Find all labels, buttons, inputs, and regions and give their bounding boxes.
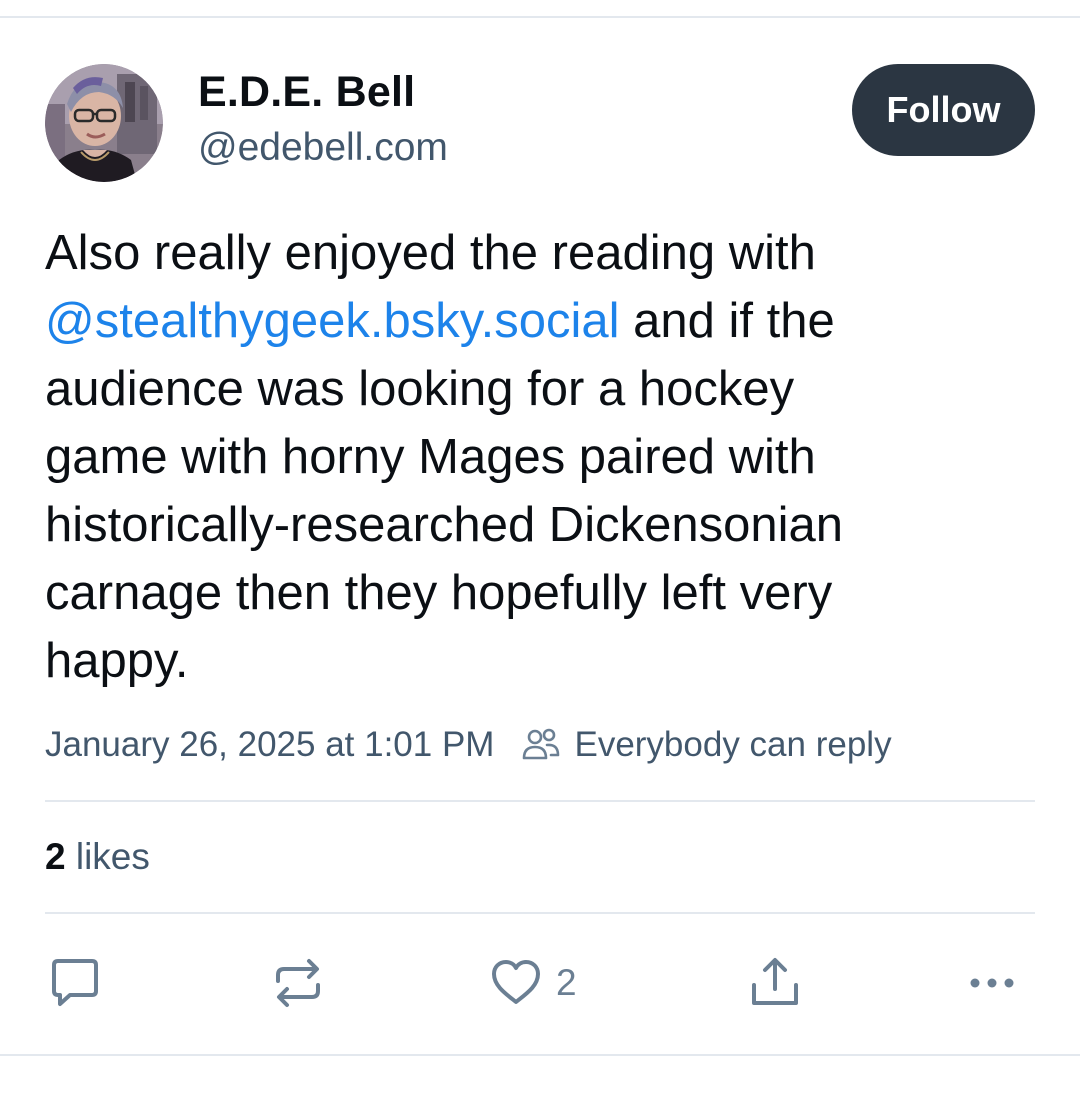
post-text-line: audience was looking for a hockey: [45, 362, 795, 416]
ellipsis-icon: [970, 978, 1014, 988]
reply-setting[interactable]: Everybody can reply: [574, 725, 891, 765]
heart-icon: [492, 960, 540, 1004]
reply-button[interactable]: [46, 955, 104, 1011]
mention-link[interactable]: @stealthygeek.bsky.social: [45, 294, 619, 348]
author-handle[interactable]: @edebell.com: [198, 126, 448, 170]
more-options-button[interactable]: [964, 955, 1020, 1011]
post-text-line: happy.: [45, 634, 189, 688]
repost-icon: [276, 959, 320, 1007]
bottom-divider: [0, 1054, 1080, 1056]
divider: [45, 912, 1035, 914]
post-text-line: game with horny Mages paired with: [45, 430, 816, 484]
avatar[interactable]: [45, 64, 163, 182]
like-count: 2: [556, 962, 577, 1003]
post-timestamp: January 26, 2025 at 1:01 PM: [45, 725, 495, 764]
author-display-name[interactable]: E.D.E. Bell: [198, 68, 415, 117]
likes-label: likes: [65, 836, 150, 877]
top-divider: [0, 16, 1080, 18]
post-text-line: historically-researched Dickensonian: [45, 498, 843, 552]
post-text-line: Also really enjoyed the reading with: [45, 226, 816, 280]
speech-bubble-icon: [52, 959, 98, 1006]
likes-count: 2: [45, 836, 66, 877]
share-button[interactable]: [746, 955, 804, 1011]
post-text: Also really enjoyed the reading with @st…: [45, 219, 1045, 695]
post-text-line: carnage then they hopefully left very: [45, 566, 833, 620]
avatar-image: [45, 64, 163, 182]
divider: [45, 800, 1035, 802]
like-button[interactable]: 2: [488, 955, 577, 1011]
repost-button[interactable]: [268, 955, 328, 1011]
follow-button[interactable]: Follow: [852, 64, 1035, 156]
people-icon: [520, 724, 562, 766]
likes-summary[interactable]: 2 likes: [45, 836, 150, 878]
share-icon: [752, 958, 798, 1005]
post-text-line: @stealthygeek.bsky.social and if the: [45, 287, 1045, 355]
post-meta: January 26, 2025 at 1:01 PM Everybody ca…: [45, 722, 892, 768]
post-text-fragment: and if the: [619, 294, 835, 348]
